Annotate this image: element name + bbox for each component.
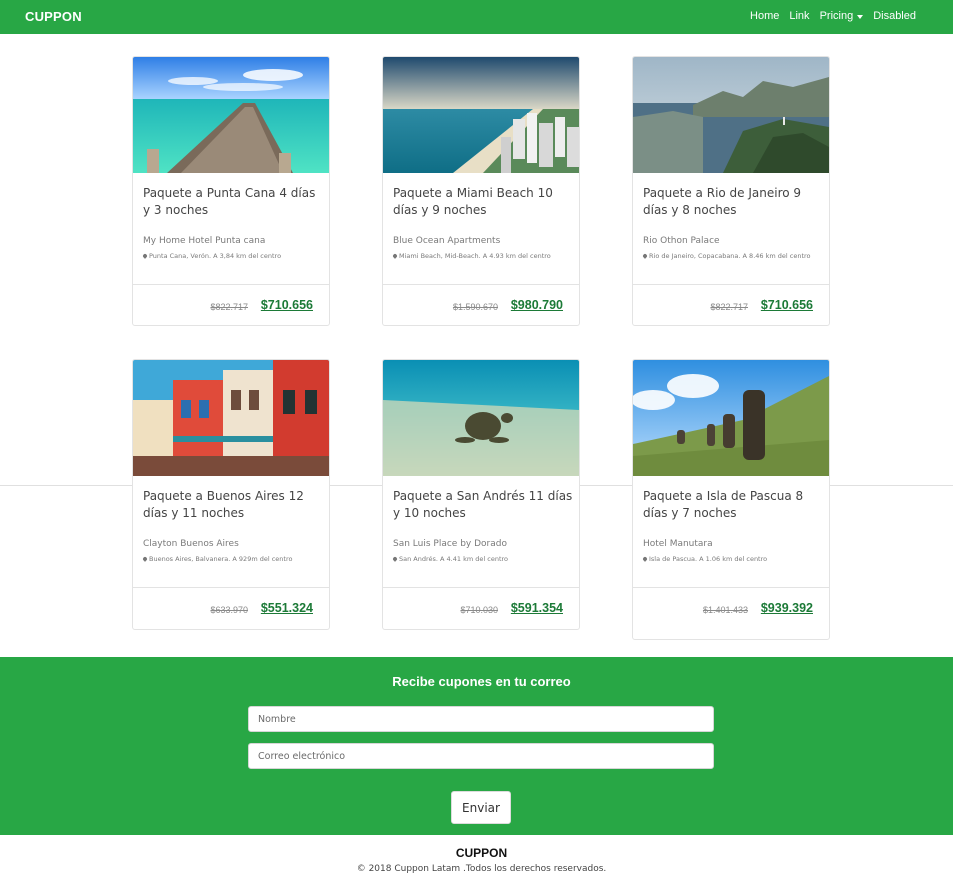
send-button[interactable]: Enviar (451, 791, 511, 824)
card-footer: $822.717 $710.656 (133, 284, 329, 325)
new-price-link[interactable]: $710.656 (261, 298, 313, 312)
location-text: San Andrés. A 4.41 km del centro (392, 555, 508, 563)
new-price-link[interactable]: $591.354 (511, 601, 563, 615)
nav-link-link[interactable]: Link (789, 10, 809, 22)
deal-card: Paquete a Rio de Janeiro 9 días y 8 noch… (632, 56, 830, 326)
deal-title[interactable]: Paquete a Rio de Janeiro 9 días y 8 noch… (643, 185, 823, 219)
map-pin-icon (142, 253, 148, 259)
deal-title[interactable]: Paquete a Punta Cana 4 días y 3 noches (143, 185, 323, 219)
location-label: San Andrés. A 4.41 km del centro (399, 555, 508, 563)
hotel-name: Hotel Manutara (643, 539, 713, 549)
location-text: Punta Cana, Verón. A 3,84 km del centro (142, 252, 282, 260)
deal-card: Paquete a Miami Beach 10 días y 9 noches… (382, 56, 580, 326)
location-text: Miami Beach, Mid-Beach. A 4.93 km del ce… (392, 252, 551, 260)
map-pin-icon (392, 556, 398, 562)
footer-brand: CUPPON (455, 846, 508, 860)
deal-title[interactable]: Paquete a Buenos Aires 12 días y 11 noch… (143, 488, 323, 522)
location-text: Isla de Pascua. A 1.06 km del centro (642, 555, 768, 563)
location-label: Miami Beach, Mid-Beach. A 4.93 km del ce… (399, 252, 551, 260)
location-label: Buenos Aires, Balvanera. A 929m del cent… (149, 555, 293, 563)
beach-pier-photo[interactable] (133, 57, 329, 173)
chevron-down-icon (857, 14, 864, 19)
deal-card: Paquete a Isla de Pascua 8 días y 7 noch… (632, 359, 830, 640)
location-text: Buenos Aires, Balvanera. A 929m del cent… (142, 555, 293, 563)
map-pin-icon (142, 556, 148, 562)
location-label: Punta Cana, Verón. A 3,84 km del centro (149, 252, 282, 260)
location-text: Rio de Janeiro, Copacabana. A 8.46 km de… (642, 252, 811, 260)
nav-pricing-label: Pricing (819, 10, 854, 22)
deal-title[interactable]: Paquete a Isla de Pascua 8 días y 7 noch… (643, 488, 823, 522)
name-input[interactable] (248, 706, 714, 732)
deal-title[interactable]: Paquete a Miami Beach 10 días y 9 noches (393, 185, 573, 219)
nav-disabled-link: Disabled (873, 10, 916, 22)
nav-pricing-dropdown[interactable]: Pricing (820, 10, 864, 22)
hotel-name: San Luis Place by Dorado (393, 539, 507, 549)
rio-bay-photo[interactable] (633, 57, 829, 173)
deal-title[interactable]: Paquete a San Andrés 11 días y 10 noches (393, 488, 573, 522)
miami-coast-photo[interactable] (383, 57, 579, 173)
old-price: $822.717 (210, 302, 248, 312)
old-price: $1.401.433 (702, 605, 748, 615)
hotel-name: Rio Othon Palace (643, 236, 720, 246)
card-footer: $1.401.433 $939.392 (633, 587, 829, 629)
hotel-name: Clayton Buenos Aires (143, 539, 239, 549)
deal-card: Paquete a Punta Cana 4 días y 3 noches M… (132, 56, 330, 326)
card-footer: $633.970 $551.324 (133, 587, 329, 629)
sea-turtle-photo[interactable] (383, 360, 579, 476)
card-footer: $822.717 $710.656 (633, 284, 829, 325)
old-price: $633.970 (210, 605, 248, 615)
new-price-link[interactable]: $980.790 (511, 298, 563, 312)
map-pin-icon (642, 253, 648, 259)
location-label: Rio de Janeiro, Copacabana. A 8.46 km de… (649, 252, 811, 260)
moai-statues-photo[interactable] (633, 360, 829, 476)
new-price-link[interactable]: $939.392 (761, 601, 813, 615)
newsletter-title: Recibe cupones en tu correo (392, 674, 571, 689)
newsletter-section: Recibe cupones en tu correo Enviar (0, 657, 953, 835)
old-price: $822.717 (710, 302, 748, 312)
caminito-houses-photo[interactable] (133, 360, 329, 476)
old-price: $1.590.670 (452, 302, 498, 312)
nav-links: Home Link Pricing Disabled (740, 10, 916, 22)
hotel-name: Blue Ocean Apartments (393, 236, 501, 246)
card-footer: $1.590.670 $980.790 (383, 284, 579, 325)
card-footer: $710.030 $591.354 (383, 587, 579, 629)
old-price: $710.030 (460, 605, 498, 615)
brand-logo[interactable]: CUPPON (25, 9, 82, 24)
deal-card: Paquete a San Andrés 11 días y 10 noches… (382, 359, 580, 630)
hotel-name: My Home Hotel Punta cana (143, 236, 266, 246)
email-input[interactable] (248, 743, 714, 769)
map-pin-icon (642, 556, 648, 562)
copyright-text: © 2018 Cuppon Latam .Todos los derechos … (356, 864, 607, 874)
new-price-link[interactable]: $551.324 (261, 601, 313, 615)
location-label: Isla de Pascua. A 1.06 km del centro (649, 555, 768, 563)
map-pin-icon (392, 253, 398, 259)
new-price-link[interactable]: $710.656 (761, 298, 813, 312)
deal-card: Paquete a Buenos Aires 12 días y 11 noch… (132, 359, 330, 630)
nav-home-link[interactable]: Home (750, 10, 779, 22)
navbar: CUPPON Home Link Pricing Disabled (0, 0, 953, 34)
